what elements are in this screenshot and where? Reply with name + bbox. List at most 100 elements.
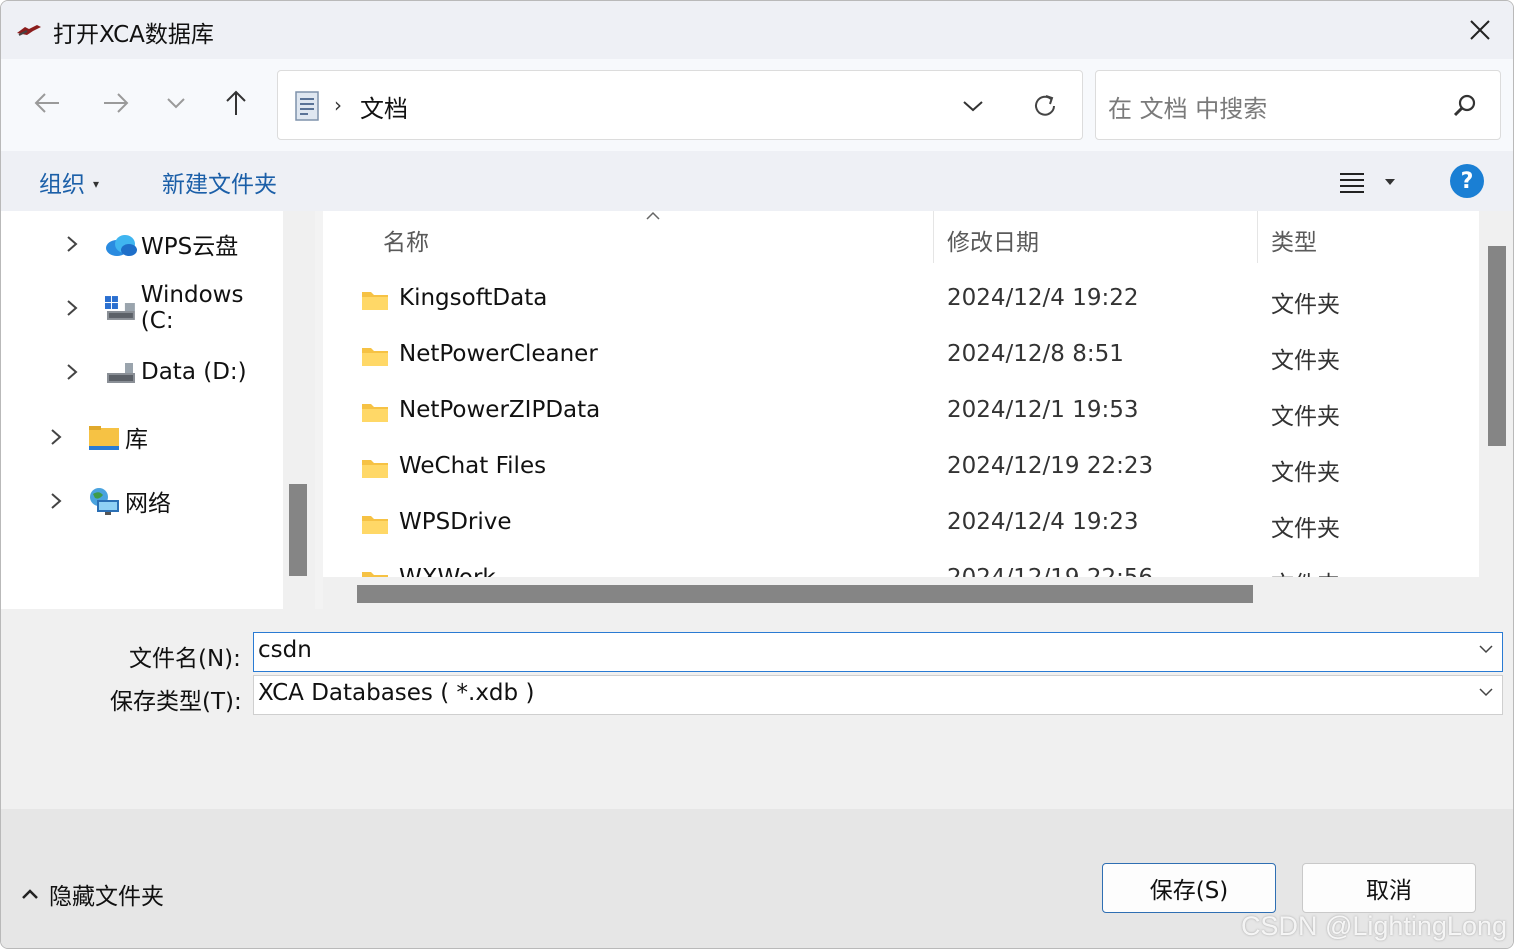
file-name: WPSDrive	[399, 509, 512, 535]
organize-label: 组织	[39, 172, 85, 198]
sidebar-item-label: WPS云盘	[141, 234, 239, 260]
column-divider[interactable]	[1257, 211, 1258, 263]
watermark: CSDN @LightingLong	[1240, 911, 1507, 941]
file-list-vertical-scroll-thumb[interactable]	[1488, 246, 1506, 446]
table-row[interactable]: NetPowerZIPData 2024/12/1 19:53 文件夹	[323, 385, 1479, 441]
window-title: 打开XCA数据库	[53, 22, 214, 48]
file-type: 文件夹	[1271, 460, 1340, 486]
filetype-label: 保存类型(T):	[110, 689, 242, 715]
table-row[interactable]: WPSDrive 2024/12/4 19:23 文件夹	[323, 497, 1479, 553]
chevron-down-icon	[167, 98, 185, 109]
caret-down-icon	[1385, 179, 1395, 185]
arrow-up-icon	[226, 90, 246, 115]
chevron-right-icon[interactable]	[47, 428, 65, 446]
save-button[interactable]: 保存(S)	[1102, 863, 1276, 913]
forward-button[interactable]	[94, 81, 138, 125]
refresh-button[interactable]	[1028, 89, 1062, 123]
file-date: 2024/12/19 22:23	[947, 453, 1154, 479]
library-icon	[89, 426, 119, 450]
file-type: 文件夹	[1271, 348, 1340, 374]
file-date: 2024/12/1 19:53	[947, 397, 1139, 423]
sort-ascending-icon	[646, 211, 660, 220]
xca-app-icon	[17, 25, 41, 36]
breadcrumb-separator: ›	[334, 93, 342, 117]
file-type: 文件夹	[1271, 565, 1340, 577]
search-box[interactable]: 在 文档 中搜索	[1095, 70, 1501, 140]
navigation-pane-scroll-thumb[interactable]	[289, 484, 307, 576]
table-row[interactable]: WeChat Files 2024/12/19 22:23 文件夹	[323, 441, 1479, 497]
list-view-icon	[1340, 173, 1364, 193]
filename-label: 文件名(N):	[129, 646, 241, 672]
chevron-right-icon[interactable]	[47, 492, 65, 510]
sidebar-item-label: Windows (C:	[140, 282, 244, 334]
navigation-bar: › 文档 在 文档 中搜索	[1, 59, 1513, 151]
sidebar-item-network[interactable]: 网络	[47, 481, 171, 521]
chevron-right-icon[interactable]	[63, 299, 81, 317]
chevron-down-icon[interactable]	[1478, 644, 1494, 654]
search-placeholder: 在 文档 中搜索	[1108, 95, 1268, 123]
chevron-right-icon[interactable]	[63, 235, 81, 253]
recent-locations-button[interactable]	[154, 81, 198, 125]
organize-button[interactable]: 组织 ▾	[39, 165, 99, 199]
sidebar-item-label: 库	[125, 427, 148, 453]
sidebar-item-wps-cloud[interactable]: WPS云盘	[63, 224, 238, 264]
filetype-select[interactable]: XCA Databases ( *.xdb )	[253, 675, 1503, 715]
table-row[interactable]: NetPowerCleaner 2024/12/8 8:51 文件夹	[323, 329, 1479, 385]
filename-input[interactable]: csdn	[258, 637, 312, 663]
file-date: 2024/12/4 19:23	[947, 509, 1139, 535]
hide-folders-label: 隐藏文件夹	[49, 884, 164, 910]
view-options-button[interactable]	[1339, 167, 1401, 197]
filename-combobox[interactable]: csdn	[253, 632, 1503, 672]
column-header-name[interactable]: 名称	[383, 223, 429, 257]
arrow-right-icon	[104, 93, 129, 113]
title-bar: 打开XCA数据库	[1, 1, 1513, 59]
breadcrumb-documents[interactable]: 文档	[360, 89, 408, 124]
file-type: 文件夹	[1271, 404, 1340, 430]
close-button[interactable]	[1445, 1, 1513, 59]
file-type: 文件夹	[1271, 516, 1340, 542]
column-divider[interactable]	[933, 211, 934, 263]
file-list-horizontal-scroll-thumb[interactable]	[357, 585, 1253, 603]
cancel-button[interactable]: 取消	[1302, 863, 1476, 913]
new-folder-button[interactable]: 新建文件夹	[162, 165, 277, 199]
chevron-down-icon	[963, 101, 983, 112]
network-icon	[90, 488, 119, 515]
chevron-down-icon[interactable]	[1478, 687, 1494, 697]
up-button[interactable]	[214, 81, 258, 125]
chevron-up-icon	[21, 888, 39, 900]
folder-icon	[362, 460, 388, 478]
drive-c-icon	[104, 296, 135, 320]
folder-icon	[362, 404, 388, 422]
caret-down-icon: ▾	[93, 177, 100, 191]
file-date: 2024/12/19 22:56	[947, 565, 1153, 577]
sidebar-item-label: Data (D:)	[141, 359, 247, 385]
file-name: NetPowerCleaner	[399, 341, 598, 367]
sidebar-item-libraries[interactable]: 库	[47, 417, 148, 457]
drive-d-icon	[107, 363, 135, 383]
back-button[interactable]	[25, 81, 69, 125]
search-icon[interactable]	[1452, 93, 1478, 119]
save-dialog: 打开XCA数据库 › 文档 在 文档 中搜索 组织 ▾ 新建文件夹 ? WPS云…	[0, 0, 1514, 949]
table-row[interactable]: WXWork 2024/12/19 22:56 文件夹	[323, 553, 1479, 577]
sidebar-item-data-d[interactable]: Data (D:)	[63, 352, 247, 392]
column-header-modified[interactable]: 修改日期	[947, 223, 1039, 257]
column-header-type[interactable]: 类型	[1271, 223, 1317, 257]
help-button[interactable]: ?	[1450, 164, 1484, 198]
folder-icon	[362, 572, 388, 577]
folder-icon	[362, 348, 388, 366]
document-icon	[295, 91, 319, 121]
table-row[interactable]: KingsoftData 2024/12/4 19:22 文件夹	[323, 273, 1479, 329]
chevron-right-icon[interactable]	[63, 363, 81, 381]
command-bar: 组织 ▾ 新建文件夹 ?	[1, 151, 1513, 211]
file-date: 2024/12/4 19:22	[947, 285, 1139, 311]
navigation-pane: WPS云盘 Windows (C: Data (D:) 库 网络	[1, 211, 283, 609]
file-list: 名称 修改日期 类型 KingsoftData 2024/12/4 19:22 …	[323, 211, 1479, 577]
sidebar-item-windows-c[interactable]: Windows (C:	[63, 282, 283, 334]
address-bar[interactable]: › 文档	[277, 70, 1083, 140]
file-type: 文件夹	[1271, 292, 1340, 318]
file-name: KingsoftData	[399, 285, 548, 311]
folder-icon	[362, 516, 388, 534]
hide-folders-toggle[interactable]: 隐藏文件夹	[21, 877, 164, 911]
file-date: 2024/12/8 8:51	[947, 341, 1124, 367]
address-dropdown-button[interactable]	[958, 91, 988, 121]
